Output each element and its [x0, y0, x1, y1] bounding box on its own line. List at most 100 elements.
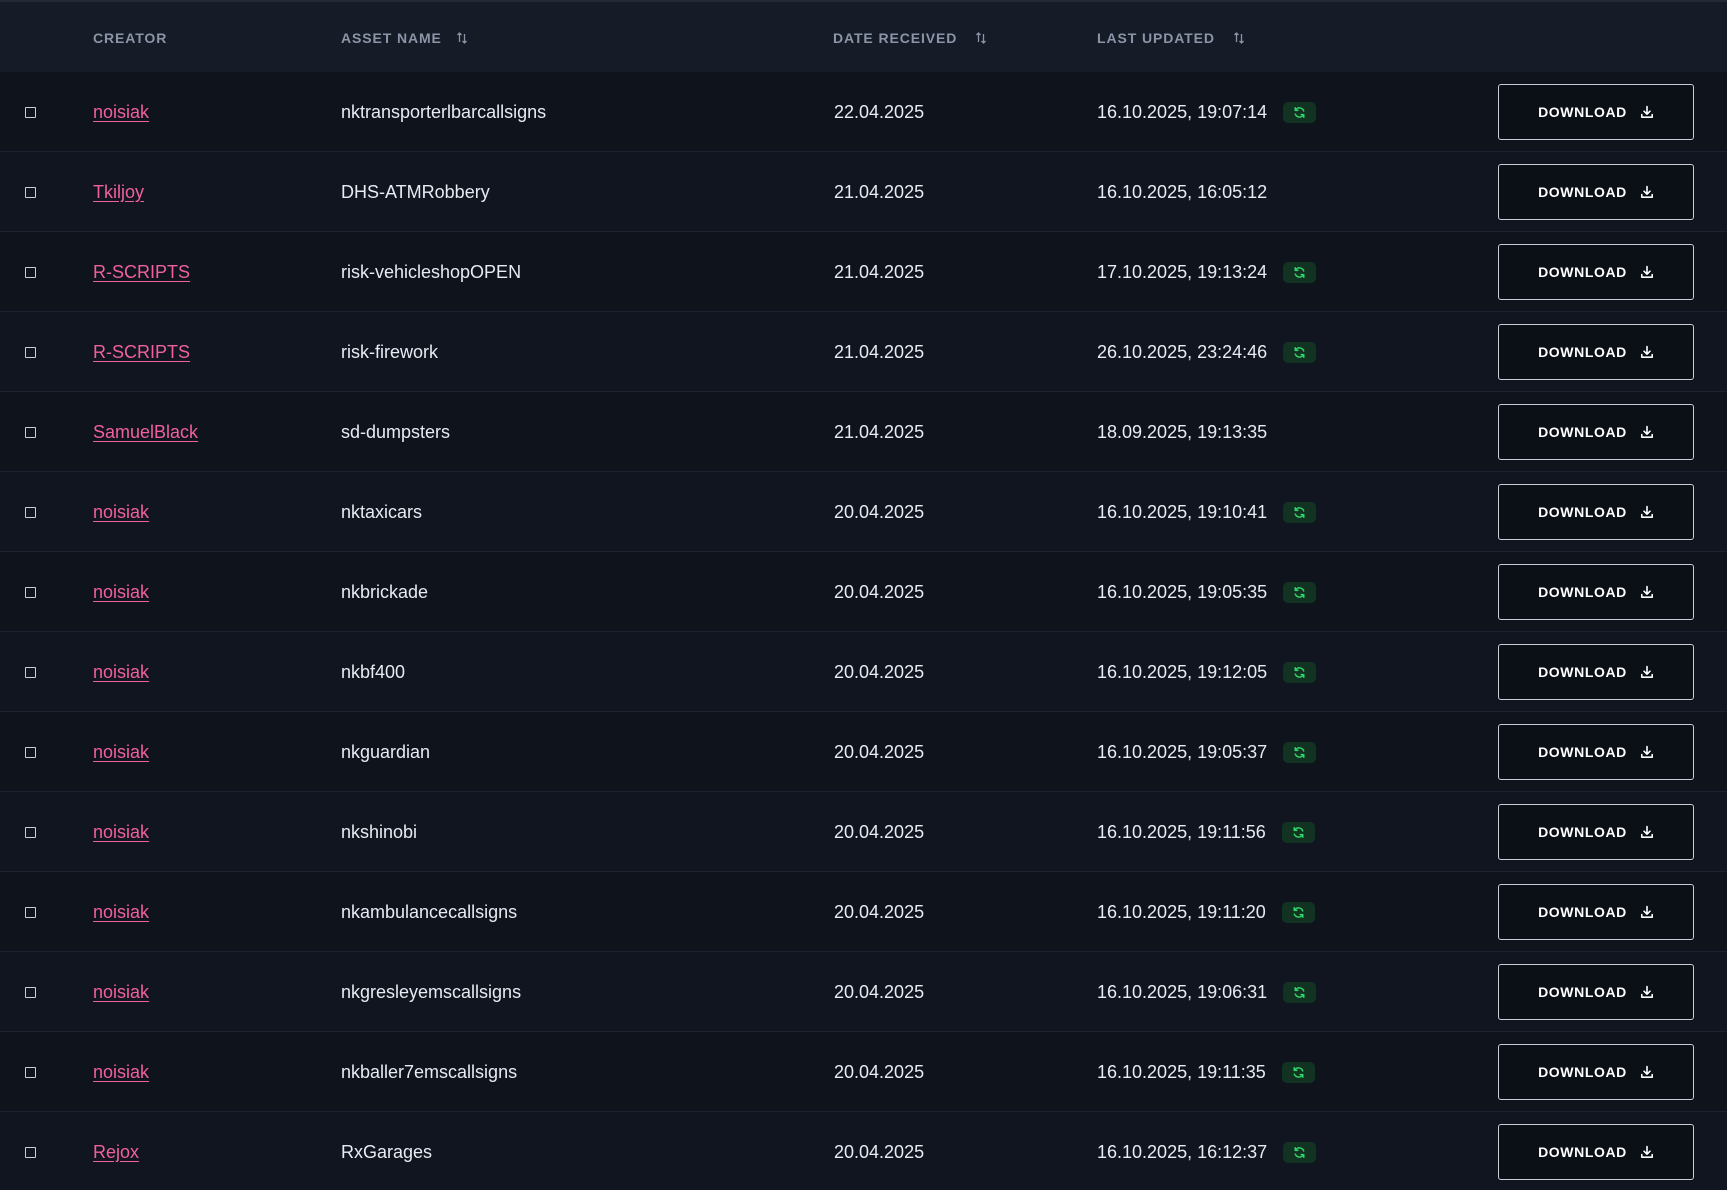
creator-link[interactable]: SamuelBlack — [93, 422, 198, 443]
download-button[interactable]: DOWNLOAD — [1498, 164, 1694, 220]
date-received-cell: 21.04.2025 — [834, 392, 924, 472]
sort-icon[interactable] — [1233, 32, 1247, 44]
creator-link[interactable]: noisiak — [93, 742, 149, 763]
row-checkbox[interactable] — [25, 266, 36, 278]
last-updated-cell: 18.09.2025, 19:13:35 — [1097, 392, 1267, 472]
download-button[interactable]: DOWNLOAD — [1498, 884, 1694, 940]
last-updated-cell: 16.10.2025, 16:05:12 — [1097, 152, 1267, 232]
date-received-cell: 20.04.2025 — [834, 472, 924, 552]
last-updated-cell: 16.10.2025, 19:11:20 — [1097, 872, 1315, 952]
download-button-label: DOWNLOAD — [1538, 1144, 1627, 1160]
creator-link[interactable]: noisiak — [93, 102, 149, 123]
creator-link[interactable]: Rejox — [93, 1142, 139, 1163]
column-header-date-received[interactable]: DATE RECEIVED — [833, 2, 989, 74]
last-updated-cell: 16.10.2025, 19:05:37 — [1097, 712, 1317, 792]
row-checkbox[interactable] — [25, 1146, 36, 1158]
date-received: 21.04.2025 — [834, 261, 925, 282]
row-select-cell — [25, 72, 36, 152]
creator-link[interactable]: R-SCRIPTS — [93, 262, 190, 283]
sort-icon[interactable] — [975, 32, 989, 44]
download-icon — [1640, 1065, 1654, 1079]
row-checkbox[interactable] — [25, 1066, 36, 1078]
download-button-label: DOWNLOAD — [1538, 984, 1627, 1000]
creator-link[interactable]: noisiak — [93, 1062, 149, 1083]
creator-link[interactable]: noisiak — [93, 982, 149, 1003]
download-button[interactable]: DOWNLOAD — [1498, 964, 1694, 1020]
updated-badge — [1283, 661, 1317, 683]
row-checkbox[interactable] — [25, 986, 36, 998]
date-received-cell: 22.04.2025 — [834, 72, 924, 152]
download-button-label: DOWNLOAD — [1538, 824, 1627, 840]
creator-link[interactable]: noisiak — [93, 582, 149, 603]
download-button[interactable]: DOWNLOAD — [1498, 724, 1694, 780]
download-button-label: DOWNLOAD — [1538, 424, 1627, 440]
creator-link[interactable]: R-SCRIPTS — [93, 342, 190, 363]
asset-name-cell: nkguardian — [341, 712, 430, 792]
asset-name-cell: DHS-ATMRobbery — [341, 152, 490, 232]
download-button-label: DOWNLOAD — [1538, 264, 1627, 280]
column-header-last-updated[interactable]: LAST UPDATED — [1097, 2, 1247, 74]
asset-name-cell: risk-firework — [341, 312, 438, 392]
date-received: 22.04.2025 — [834, 101, 925, 122]
asset-name: nktaxicars — [341, 501, 423, 522]
row-checkbox[interactable] — [25, 506, 36, 518]
last-updated: 18.09.2025, 19:13:35 — [1097, 421, 1268, 442]
creator-cell: noisiak — [93, 72, 149, 152]
row-checkbox[interactable] — [25, 186, 36, 198]
row-checkbox[interactable] — [25, 746, 36, 758]
creator-link[interactable]: noisiak — [93, 502, 149, 523]
last-updated-cell: 16.10.2025, 19:11:56 — [1097, 792, 1315, 872]
download-button[interactable]: DOWNLOAD — [1498, 244, 1694, 300]
date-received-cell: 20.04.2025 — [834, 552, 924, 632]
row-checkbox[interactable] — [25, 106, 36, 118]
updated-badge — [1283, 501, 1317, 523]
sort-icon[interactable] — [456, 32, 470, 44]
row-checkbox[interactable] — [25, 666, 36, 678]
download-button[interactable]: DOWNLOAD — [1498, 84, 1694, 140]
asset-name-cell: nkambulancecallsigns — [341, 872, 517, 952]
download-button[interactable]: DOWNLOAD — [1498, 564, 1694, 620]
download-button[interactable]: DOWNLOAD — [1498, 324, 1694, 380]
download-button-label: DOWNLOAD — [1538, 104, 1627, 120]
asset-name-cell: RxGarages — [341, 1112, 432, 1190]
download-icon — [1640, 985, 1654, 999]
download-button[interactable]: DOWNLOAD — [1498, 804, 1694, 860]
table-row: noisiak nkgresleyemscallsigns 20.04.2025 16… — [0, 952, 1727, 1032]
date-received: 20.04.2025 — [834, 821, 925, 842]
column-header-asset-name[interactable]: ASSET NAME — [341, 2, 470, 74]
creator-link[interactable]: noisiak — [93, 822, 149, 843]
download-button-label: DOWNLOAD — [1538, 504, 1627, 520]
column-header-creator: CREATOR — [93, 2, 167, 74]
asset-name: DHS-ATMRobbery — [341, 181, 490, 202]
download-button[interactable]: DOWNLOAD — [1498, 404, 1694, 460]
table-row: R-SCRIPTS risk-vehicleshopOPEN 21.04.2025 1… — [0, 232, 1727, 312]
row-checkbox[interactable] — [25, 826, 36, 838]
creator-cell: noisiak — [93, 472, 149, 552]
refresh-icon — [1293, 586, 1306, 599]
date-received: 20.04.2025 — [834, 981, 925, 1002]
creator-link[interactable]: noisiak — [93, 902, 149, 923]
refresh-icon — [1292, 826, 1305, 839]
updated-badge — [1283, 741, 1317, 763]
download-button[interactable]: DOWNLOAD — [1498, 1124, 1694, 1180]
asset-name: nkambulancecallsigns — [341, 901, 518, 922]
date-received: 20.04.2025 — [834, 1141, 925, 1162]
row-checkbox[interactable] — [25, 586, 36, 598]
row-checkbox[interactable] — [25, 906, 36, 918]
row-checkbox[interactable] — [25, 426, 36, 438]
download-button[interactable]: DOWNLOAD — [1498, 484, 1694, 540]
creator-link[interactable]: noisiak — [93, 662, 149, 683]
row-checkbox[interactable] — [25, 346, 36, 358]
last-updated-cell: 17.10.2025, 19:13:24 — [1097, 232, 1317, 312]
download-button[interactable]: DOWNLOAD — [1498, 1044, 1694, 1100]
creator-cell: noisiak — [93, 632, 149, 712]
table-row: noisiak nkballer7emscallsigns 20.04.2025 16… — [0, 1032, 1727, 1112]
creator-link[interactable]: Tkiljoy — [93, 182, 144, 203]
asset-name-cell: nkbf400 — [341, 632, 405, 712]
last-updated-cell: 26.10.2025, 23:24:46 — [1097, 312, 1317, 392]
last-updated: 16.10.2025, 16:05:12 — [1097, 181, 1268, 202]
download-button[interactable]: DOWNLOAD — [1498, 644, 1694, 700]
creator-cell: SamuelBlack — [93, 392, 198, 472]
refresh-icon — [1293, 666, 1306, 679]
refresh-icon — [1292, 906, 1305, 919]
